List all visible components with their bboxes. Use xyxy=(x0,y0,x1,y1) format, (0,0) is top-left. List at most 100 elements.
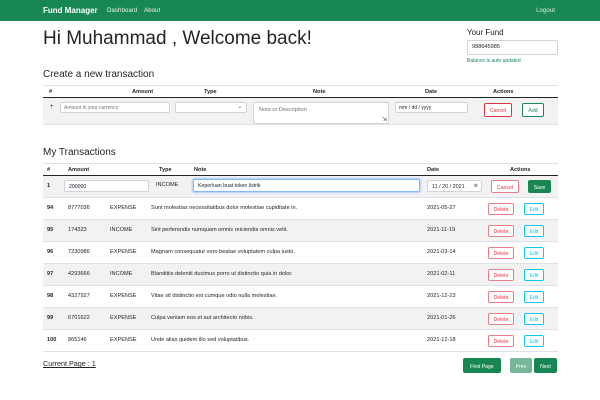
edit-button[interactable]: Edit xyxy=(524,291,544,303)
edit-amount-input[interactable]: 200000 xyxy=(64,180,149,192)
table-row: 96 7230986 EXPENSE Magnam consequatur ve… xyxy=(43,242,558,264)
table-row-editing: 1 200000 INCOME Keperluan buat token lis… xyxy=(43,176,558,198)
row-id: 1 xyxy=(47,183,51,189)
delete-button[interactable]: Delete xyxy=(488,203,514,215)
clear-icon[interactable]: ⊗ xyxy=(474,183,478,189)
note-placeholder: Note or Description xyxy=(259,107,307,113)
edit-date-value: 11 / 20 / 2021 xyxy=(432,183,465,190)
table-row: 100 865146 EXPENSE Unde alias quidem ill… xyxy=(43,330,558,352)
col-actions: Actions xyxy=(493,89,514,95)
col-type: Type xyxy=(159,167,172,173)
delete-button[interactable]: Delete xyxy=(488,247,514,259)
edit-button[interactable]: Edit xyxy=(524,269,544,281)
navbar: Fund Manager Dashboard About Logout xyxy=(0,0,600,21)
row-amount: 174323 xyxy=(68,227,87,233)
delete-button[interactable]: Delete xyxy=(488,225,514,237)
col-num: # xyxy=(47,167,51,173)
delete-button[interactable]: Delete xyxy=(488,313,514,325)
col-type: Type xyxy=(204,89,217,95)
welcome-heading: Hi Muhammad , Welcome back! xyxy=(43,28,312,49)
table-row: 95 174323 INCOME Sint perferendis numqua… xyxy=(43,220,558,242)
row-note: Vitae sit distinctio est cumque odio nul… xyxy=(151,293,278,299)
plus-icon: + xyxy=(50,104,54,110)
edit-button[interactable]: Edit xyxy=(524,225,544,237)
edit-button[interactable]: Edit xyxy=(524,313,544,325)
row-amount: 7230986 xyxy=(68,249,90,255)
row-note: Sunt molestias necessitatibus dolor mole… xyxy=(151,205,298,211)
row-date: 2021-05-27 xyxy=(427,205,456,211)
col-amount: Amount xyxy=(68,167,90,173)
row-date: 2021-03-14 xyxy=(427,249,456,255)
date-input[interactable]: mm / dd / yyyy xyxy=(395,102,468,113)
fund-help-text: Balance is auto updated xyxy=(467,58,521,64)
next-button[interactable]: Next xyxy=(534,358,557,373)
row-type: EXPENSE xyxy=(110,315,137,321)
brand-link[interactable]: Fund Manager xyxy=(43,6,98,15)
table-row: 94 8777036 EXPENSE Sunt molestias necess… xyxy=(43,198,558,220)
table-row: 98 4327927 EXPENSE Vitae sit distinctio … xyxy=(43,286,558,308)
add-button[interactable]: Add xyxy=(522,103,544,117)
table-row: 97 4293666 INCOME Blanditiis deleniti du… xyxy=(43,264,558,286)
create-transaction-title: Create a new transaction xyxy=(43,69,155,80)
col-amount: Amount xyxy=(132,89,154,95)
edit-cancel-button[interactable]: Cancel xyxy=(491,180,519,193)
row-id: 95 xyxy=(47,227,54,233)
row-type: INCOME xyxy=(110,227,133,233)
row-amount: 4327927 xyxy=(68,293,90,299)
type-select[interactable]: ⌄ xyxy=(175,102,247,113)
save-button[interactable]: Save xyxy=(528,180,551,193)
nav-about-link[interactable]: About xyxy=(144,7,160,14)
nav-dashboard-link[interactable]: Dashboard xyxy=(107,7,137,14)
row-type: EXPENSE xyxy=(110,293,137,299)
row-type: EXPENSE xyxy=(110,337,137,343)
create-row: + Amount in your currency ⌄ Note or Desc… xyxy=(43,98,558,125)
row-note: Sint perferendis numquam omnis reiciendi… xyxy=(151,227,288,233)
transactions-body: 1 200000 INCOME Keperluan buat token lis… xyxy=(43,176,558,352)
edit-date-input[interactable]: 11 / 20 / 2021 ⊗ xyxy=(427,180,482,192)
resize-grip-icon[interactable]: ⇲ xyxy=(382,116,387,123)
row-id: 100 xyxy=(47,337,57,343)
prev-button[interactable]: Prev xyxy=(510,358,532,373)
delete-button[interactable]: Delete xyxy=(488,291,514,303)
first-page-button[interactable]: First Page xyxy=(463,358,501,373)
row-type: EXPENSE xyxy=(110,205,137,211)
logout-link[interactable]: Logout xyxy=(536,7,555,14)
row-date: 2021-12-18 xyxy=(427,337,456,343)
col-num: # xyxy=(49,89,53,95)
row-id: 98 xyxy=(47,293,54,299)
row-note: Unde alias quidem illo sed voluptatibus. xyxy=(151,337,250,343)
col-date: Date xyxy=(427,167,440,173)
row-date: 2021-01-26 xyxy=(427,315,456,321)
fund-input[interactable]: 988645985 xyxy=(467,40,558,55)
row-date: 2021-12-23 xyxy=(427,293,456,299)
edit-button[interactable]: Edit xyxy=(524,335,544,347)
table-row: 99 6701622 EXPENSE Culpa veniam eos et a… xyxy=(43,308,558,330)
delete-button[interactable]: Delete xyxy=(488,335,514,347)
row-note: Culpa veniam eos et aut architecto nobis… xyxy=(151,315,254,321)
row-id: 94 xyxy=(47,205,54,211)
edit-note-input[interactable]: Keperluan buat token listrik xyxy=(193,179,420,192)
fund-label: Your Fund xyxy=(467,28,504,37)
row-amount: 6701622 xyxy=(68,315,90,321)
col-note: Note xyxy=(194,167,207,173)
row-amount: 865146 xyxy=(68,337,87,343)
my-transactions-title: My Transactions xyxy=(43,147,116,158)
edit-button[interactable]: Edit xyxy=(524,203,544,215)
chevron-down-icon: ⌄ xyxy=(237,104,242,110)
create-cancel-button[interactable]: Cancel xyxy=(484,103,512,117)
row-amount: 8777036 xyxy=(68,205,90,211)
transactions-table-header: # Amount Type Note Date Actions xyxy=(43,163,558,176)
note-textarea[interactable]: Note or Description ⇲ xyxy=(253,102,389,124)
row-date: 2021-02-11 xyxy=(427,271,456,277)
row-note: Magnam consequatur vero beatae voluptate… xyxy=(151,249,295,255)
row-id: 96 xyxy=(47,249,54,255)
row-date: 2021-11-19 xyxy=(427,227,456,233)
edit-button[interactable]: Edit xyxy=(524,247,544,259)
edit-type-select[interactable]: INCOME xyxy=(156,182,178,188)
row-type: EXPENSE xyxy=(110,249,137,255)
amount-input[interactable]: Amount in your currency xyxy=(60,102,170,113)
row-id: 99 xyxy=(47,315,54,321)
row-amount: 4293666 xyxy=(68,271,90,277)
col-note: Note xyxy=(313,89,326,95)
delete-button[interactable]: Delete xyxy=(488,269,514,281)
